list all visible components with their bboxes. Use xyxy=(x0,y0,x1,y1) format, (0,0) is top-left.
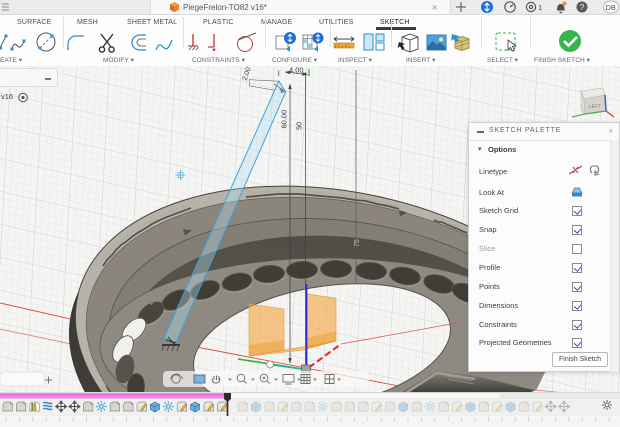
svg-text:PiegeFrelon-TO82 v16*: PiegeFrelon-TO82 v16* xyxy=(183,3,267,12)
svg-text:?: ? xyxy=(580,3,585,12)
svg-text:LEFT: LEFT xyxy=(589,104,601,110)
svg-text:×: × xyxy=(432,3,437,13)
svg-text:50: 50 xyxy=(295,122,304,130)
svg-text:DB: DB xyxy=(606,3,616,12)
svg-text:1: 1 xyxy=(538,3,542,12)
svg-text:4.00: 4.00 xyxy=(289,66,304,75)
svg-text:75: 75 xyxy=(354,239,361,247)
svg-text:60.00: 60.00 xyxy=(280,110,289,129)
